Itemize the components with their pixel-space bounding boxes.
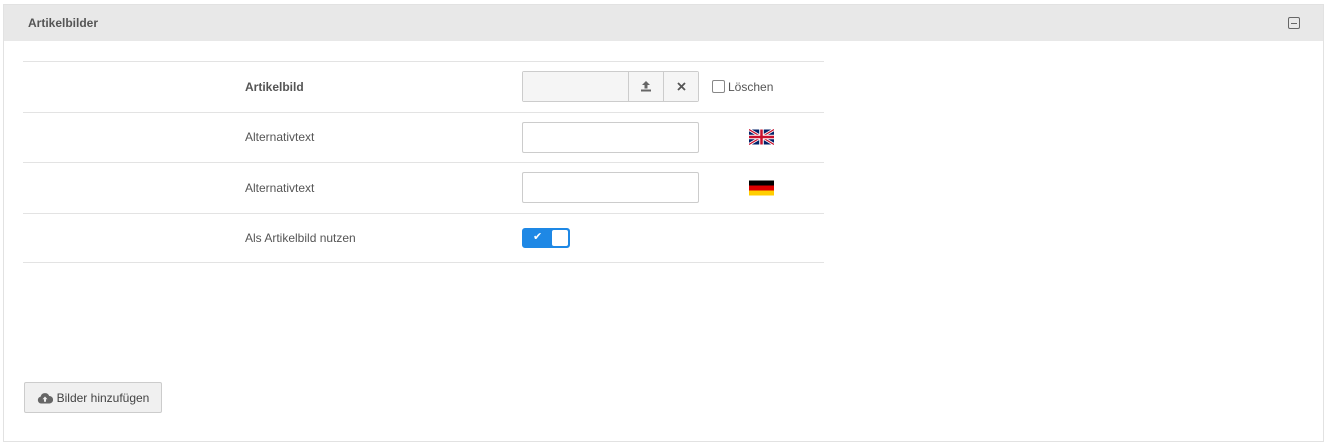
alt-text-de-input[interactable] [522, 172, 699, 204]
use-as-main-toggle[interactable]: ✔ [522, 227, 570, 248]
add-images-button[interactable]: Bilder hinzufügen [24, 382, 162, 413]
panel-header: Artikelbilder [4, 5, 1323, 41]
panel-title: Artikelbilder [28, 16, 99, 30]
upload-icon [641, 81, 651, 92]
image-row: Artikelbild Löschen [23, 61, 824, 112]
use-as-main-control: ✔ [522, 227, 699, 248]
uk-flag-icon [749, 128, 774, 147]
alt-text-de-row: Alternativtext [23, 162, 824, 213]
image-control [522, 71, 699, 103]
alt-text-en-label: Alternativtext [245, 130, 315, 145]
delete-container: Löschen [699, 80, 824, 94]
delete-checkbox-label[interactable]: Löschen [712, 80, 824, 94]
file-display-field[interactable] [523, 72, 628, 102]
close-icon [676, 82, 686, 91]
image-form-table: Artikelbild Löschen Alternativtext Alter… [23, 61, 824, 263]
collapse-icon[interactable] [1288, 17, 1300, 29]
cloud-upload-icon [37, 392, 53, 403]
alt-text-en-row: Alternativtext [23, 111, 824, 163]
alt-text-en-control [522, 121, 699, 153]
alt-text-de-label: Alternativtext [245, 180, 315, 195]
alt-text-en-input[interactable] [522, 121, 699, 153]
file-input-group [522, 71, 699, 103]
toggle-knob [552, 229, 568, 246]
flag-container-en [699, 128, 824, 147]
check-icon: ✔ [533, 230, 543, 243]
image-label: Artikelbild [245, 79, 304, 94]
alt-text-de-control [522, 172, 699, 204]
upload-button[interactable] [628, 72, 663, 102]
delete-label-text: Löschen [728, 79, 774, 94]
remove-file-button[interactable] [663, 72, 698, 102]
add-images-label: Bilder hinzufügen [56, 390, 150, 405]
flag-container-de [699, 179, 824, 197]
use-as-main-row: Als Artikelbild nutzen ✔ [23, 212, 824, 263]
germany-flag-icon [749, 180, 774, 196]
use-as-main-label: Als Artikelbild nutzen [245, 230, 356, 245]
delete-checkbox[interactable] [712, 80, 725, 94]
